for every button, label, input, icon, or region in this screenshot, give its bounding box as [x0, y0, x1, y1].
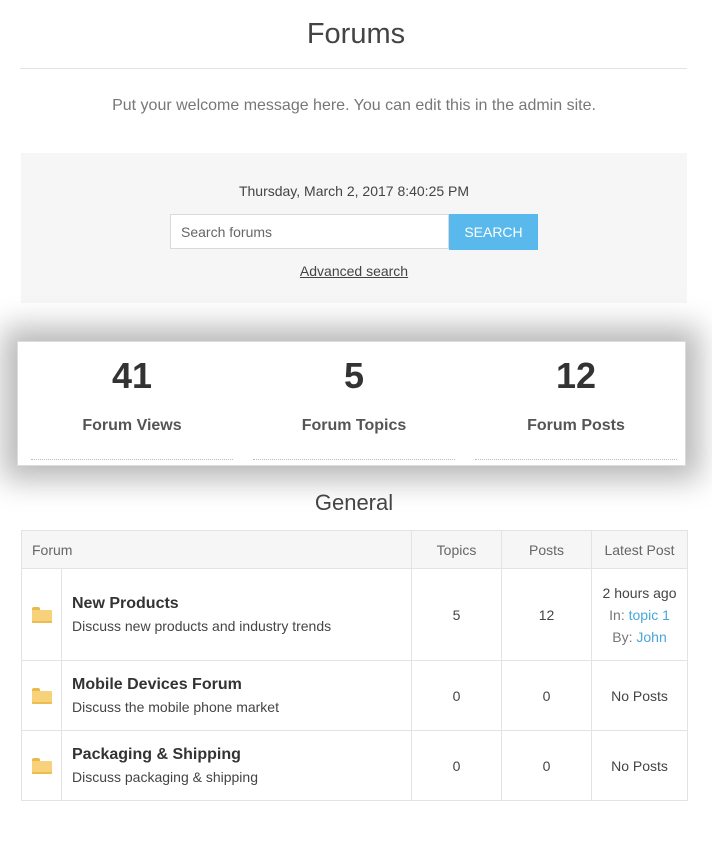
- advanced-search-wrapper: Advanced search: [21, 263, 687, 279]
- latest-by-label: By:: [612, 628, 633, 645]
- search-button[interactable]: SEARCH: [449, 214, 538, 250]
- latest-author-link[interactable]: John: [636, 629, 666, 645]
- forum-name-link[interactable]: New Products: [72, 595, 411, 613]
- column-header-posts: Posts: [501, 530, 593, 569]
- folder-icon: [31, 607, 52, 624]
- forum-name-link[interactable]: Packaging & Shipping: [72, 746, 411, 764]
- topics-count: 0: [411, 660, 503, 731]
- latest-in-label: In:: [609, 606, 625, 623]
- forum-name-link[interactable]: Mobile Devices Forum: [72, 676, 411, 694]
- topics-count: 5: [411, 568, 503, 661]
- stat-value: 41: [111, 355, 153, 396]
- forum-description: Discuss the mobile phone market: [72, 699, 279, 715]
- welcome-message: Put your welcome message here. You can e…: [112, 97, 596, 114]
- column-header-latest-post: Latest Post: [591, 530, 689, 569]
- forum-description: Discuss new products and industry trends: [72, 618, 332, 634]
- posts-count: 0: [501, 660, 593, 731]
- latest-post-empty: No Posts: [591, 660, 689, 731]
- page-title: Forums: [306, 18, 406, 50]
- table-row: Mobile Devices Forum Discuss the mobile …: [21, 660, 689, 731]
- stat-forum-topics: 5 Forum Topics: [253, 342, 455, 460]
- folder-icon: [31, 758, 52, 775]
- forum-info-cell: Mobile Devices Forum Discuss the mobile …: [60, 660, 413, 731]
- stat-forum-views: 41 Forum Views: [31, 342, 233, 460]
- forum-table: Forum Topics Posts Latest Post New Produ…: [20, 530, 689, 801]
- posts-count: 12: [501, 568, 593, 661]
- section-title: General: [314, 490, 394, 515]
- title-divider: [20, 68, 687, 69]
- latest-post-empty: No Posts: [591, 730, 689, 801]
- forum-info-cell: Packaging & Shipping Discuss packaging &…: [60, 730, 413, 801]
- stat-value: 5: [343, 355, 365, 396]
- forum-stats-panel: 41 Forum Views 5 Forum Topics 12 Forum P…: [17, 341, 686, 466]
- folder-icon: [31, 688, 52, 705]
- search-input[interactable]: [170, 214, 449, 249]
- forum-icon-cell: [21, 568, 62, 661]
- forum-description: Discuss packaging & shipping: [72, 769, 258, 785]
- stat-forum-posts: 12 Forum Posts: [475, 342, 677, 460]
- stat-label: Forum Posts: [527, 417, 625, 434]
- forum-icon-cell: [21, 730, 62, 801]
- latest-topic-link[interactable]: topic 1: [629, 607, 670, 623]
- forum-info-cell: New Products Discuss new products and in…: [60, 568, 413, 661]
- column-header-topics: Topics: [411, 530, 503, 569]
- search-panel: Thursday, March 2, 2017 8:40:25 PM SEARC…: [21, 153, 687, 303]
- advanced-search-link[interactable]: Advanced search: [300, 263, 408, 279]
- latest-post-time: 2 hours ago: [602, 584, 677, 601]
- topics-count: 0: [411, 730, 503, 801]
- stat-label: Forum Views: [82, 417, 182, 434]
- stat-label: Forum Topics: [301, 417, 407, 434]
- column-header-forum: Forum: [20, 530, 413, 569]
- posts-count: 0: [501, 730, 593, 801]
- latest-post-cell: 2 hours ago In: topic 1 By: John: [591, 568, 689, 661]
- forum-icon-cell: [21, 660, 62, 731]
- table-header-row: Forum Topics Posts Latest Post: [20, 530, 689, 569]
- current-datetime: Thursday, March 2, 2017 8:40:25 PM: [238, 183, 470, 199]
- table-row: Packaging & Shipping Discuss packaging &…: [21, 730, 689, 801]
- table-row: New Products Discuss new products and in…: [21, 568, 689, 661]
- stat-value: 12: [555, 355, 597, 396]
